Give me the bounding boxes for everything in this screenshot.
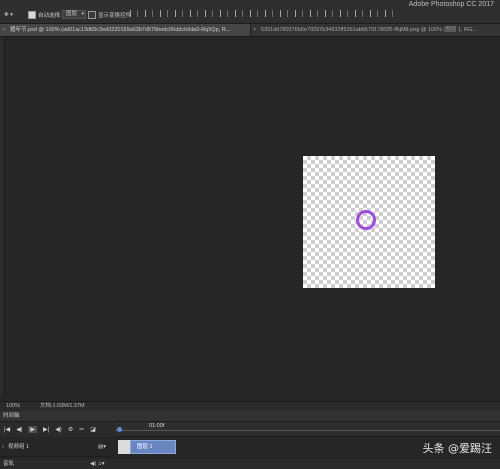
timeline-header: 时间轴 [0, 411, 500, 422]
move-tool-icon[interactable]: ✥ ▾ [4, 9, 18, 20]
tab-document-1[interactable]: × 猪年节.psd @ 100% (ad01ac13d65c3ed3220169… [0, 24, 250, 36]
auto-select-checkbox[interactable] [28, 10, 36, 19]
options-bar: ✥ ▾ 自动选择: 图层 显示变换控件 Adobe Photoshop CC 2… [0, 0, 500, 24]
align-vcenter-icon[interactable] [145, 10, 153, 17]
distribute-top-icon[interactable] [220, 10, 228, 17]
settings-gear-icon[interactable]: ⚙ [68, 426, 73, 433]
distribute-vcenter-icon[interactable] [235, 10, 243, 17]
close-tab-icon[interactable]: × [253, 24, 256, 36]
distribute-right-icon[interactable] [295, 10, 303, 17]
show-transform-option[interactable]: 显示变换控件 [88, 10, 131, 19]
tab-label: 5351dd780376b5e70297b34932ff53b1abb57917… [261, 27, 477, 33]
auto-select-label: 自动选择: [38, 12, 62, 19]
auto-align-icon[interactable] [310, 10, 318, 17]
audio-toggle-icon[interactable]: ◀) [55, 426, 62, 433]
time-marker-label: 01:00f [149, 423, 165, 429]
first-frame-icon[interactable]: |◀ [4, 426, 10, 433]
tab-label: 猪年节.psd @ 100% (ad01ac13d65c3ed3220169a6… [10, 27, 231, 33]
next-frame-icon[interactable]: ▶| [43, 426, 49, 433]
video-group-track[interactable]: › 视频组 1 ▤▾ [0, 437, 112, 457]
ruler-line [115, 430, 500, 431]
expand-triangle-icon[interactable]: › [2, 437, 4, 457]
app-title: Adobe Photoshop CC 2017 [408, 1, 494, 8]
track-label: 视频组 1 [8, 444, 30, 450]
distribute-bottom-icon[interactable] [250, 10, 258, 17]
distribute-hcenter-icon[interactable] [280, 10, 288, 17]
align-top-icon[interactable] [130, 10, 138, 17]
split-scissors-icon[interactable]: ✂ [79, 426, 84, 433]
3d-slide-icon[interactable] [355, 10, 363, 17]
document-tabs: × 猪年节.psd @ 100% (ad01ac13d65c3ed3220169… [0, 24, 500, 37]
auto-select-option[interactable]: 自动选择: [28, 10, 62, 19]
playhead-marker[interactable] [117, 427, 122, 432]
status-bar: 100% 文档:1.03M/1.37M [0, 401, 500, 411]
tab-document-2[interactable]: × 5351dd780376b5e70297b34932ff53b1abb579… [250, 24, 500, 36]
show-transform-checkbox[interactable] [88, 10, 96, 19]
audio-track[interactable]: 音轨 ◀) ♫▾ [0, 460, 112, 469]
prev-frame-icon[interactable]: ◀| [16, 426, 22, 433]
document-canvas[interactable] [303, 156, 435, 288]
track-menu-icon[interactable]: ▤▾ [98, 437, 106, 457]
play-icon[interactable]: ▶ [28, 425, 37, 433]
tools-panel-edge [0, 37, 5, 397]
audio-note-icon[interactable]: ◀) ♫▾ [90, 460, 104, 469]
distribute-left-icon[interactable] [265, 10, 273, 17]
clip-thumbnail [118, 440, 130, 454]
purple-ring-shape [356, 210, 376, 230]
align-left-icon[interactable] [175, 10, 183, 17]
align-right-icon[interactable] [205, 10, 213, 17]
zoom-level[interactable]: 100% [6, 402, 20, 411]
align-bottom-icon[interactable] [160, 10, 168, 17]
3d-scale-icon[interactable] [370, 10, 378, 17]
clip-label: 图层 1 [137, 444, 153, 450]
timeline-controls: |◀ ◀| ▶ ▶| ◀) ⚙ ✂ ◪ [0, 422, 112, 436]
layer-clip[interactable]: 图层 1 [130, 440, 176, 454]
timeline-ruler[interactable]: 01:00f [115, 422, 500, 437]
watermark: 头条 @爱踢汪 [422, 442, 493, 455]
transition-icon[interactable]: ◪ [90, 426, 96, 433]
show-transform-label: 显示变换控件 [98, 12, 132, 19]
timeline-title: 时间轴 [3, 413, 20, 419]
close-tab-icon[interactable]: × [2, 24, 5, 36]
align-hcenter-icon[interactable] [190, 10, 198, 17]
auto-select-dropdown[interactable]: 图层 [62, 10, 87, 19]
3d-pan-icon[interactable] [340, 10, 348, 17]
align-distribute-icons [130, 10, 393, 17]
3d-video-icon[interactable] [385, 10, 393, 17]
3d-mode-icon[interactable] [325, 10, 333, 17]
audio-track-label: 音轨 [3, 461, 15, 467]
document-size: 文档:1.03M/1.37M [40, 403, 85, 409]
